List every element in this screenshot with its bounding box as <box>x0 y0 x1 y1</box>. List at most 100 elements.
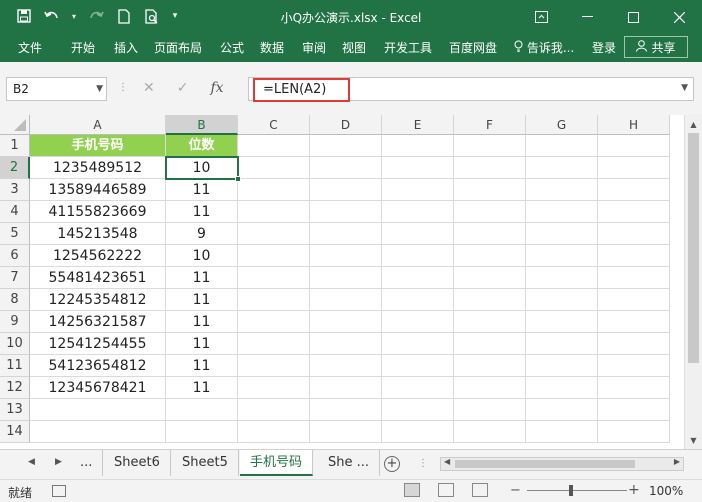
cell-f14[interactable] <box>454 421 526 443</box>
cell-h8[interactable] <box>598 289 670 311</box>
cell-g9[interactable] <box>526 311 598 333</box>
cell-h2[interactable] <box>598 157 670 179</box>
cell-a14[interactable] <box>30 421 166 443</box>
cell-e9[interactable] <box>382 311 454 333</box>
cell-h11[interactable] <box>598 355 670 377</box>
sheet-tab-truncated[interactable]: She ... <box>318 450 381 476</box>
cell-a11[interactable]: 54123654812 <box>30 355 166 377</box>
next-sheet-icon[interactable]: ▶ <box>55 457 62 467</box>
cell-d7[interactable] <box>310 267 382 289</box>
cell-b5[interactable]: 9 <box>166 223 238 245</box>
tab-review[interactable]: 审阅 <box>302 39 326 56</box>
cell-c1[interactable] <box>238 135 310 157</box>
cell-a10[interactable]: 12541254455 <box>30 333 166 355</box>
cell-e5[interactable] <box>382 223 454 245</box>
cell-a12[interactable]: 12345678421 <box>30 377 166 399</box>
cell-f8[interactable] <box>454 289 526 311</box>
cell-d9[interactable] <box>310 311 382 333</box>
cell-h10[interactable] <box>598 333 670 355</box>
cell-h9[interactable] <box>598 311 670 333</box>
row-header-13[interactable]: 13 <box>0 399 30 421</box>
row-header-14[interactable]: 14 <box>0 421 30 443</box>
tab-data[interactable]: 数据 <box>260 39 284 56</box>
cell-a9[interactable]: 14256321587 <box>30 311 166 333</box>
row-header-7[interactable]: 7 <box>0 267 30 289</box>
formula-bar-splitter-icon[interactable]: ⋮ <box>118 82 128 93</box>
maximize-icon[interactable] <box>610 0 656 34</box>
page-break-preview-icon[interactable] <box>472 483 488 497</box>
previous-sheet-icon[interactable]: ◀ <box>28 457 35 467</box>
cell-f12[interactable] <box>454 377 526 399</box>
cell-e13[interactable] <box>382 399 454 421</box>
scroll-down-icon[interactable]: ▼ <box>685 433 702 449</box>
cell-c10[interactable] <box>238 333 310 355</box>
cell-b14[interactable] <box>166 421 238 443</box>
cell-b9[interactable]: 11 <box>166 311 238 333</box>
cell-h1[interactable] <box>598 135 670 157</box>
cell-h6[interactable] <box>598 245 670 267</box>
row-header-12[interactable]: 12 <box>0 377 30 399</box>
column-header-h[interactable]: H <box>598 115 670 135</box>
cell-f11[interactable] <box>454 355 526 377</box>
cell-g12[interactable] <box>526 377 598 399</box>
macro-recording-icon[interactable] <box>52 485 66 497</box>
row-header-11[interactable]: 11 <box>0 355 30 377</box>
name-box[interactable]: B2 ▼ <box>6 77 107 101</box>
cell-c11[interactable] <box>238 355 310 377</box>
cell-c9[interactable] <box>238 311 310 333</box>
cell-c5[interactable] <box>238 223 310 245</box>
scroll-up-icon[interactable]: ▲ <box>685 117 702 133</box>
cell-a3[interactable]: 13589446589 <box>30 179 166 201</box>
cell-b13[interactable] <box>166 399 238 421</box>
row-header-2[interactable]: 2 <box>0 157 30 179</box>
cell-a8[interactable]: 12245354812 <box>30 289 166 311</box>
fill-handle[interactable] <box>235 176 241 182</box>
cell-d10[interactable] <box>310 333 382 355</box>
sign-in-link[interactable]: 登录 <box>592 39 616 56</box>
cell-c7[interactable] <box>238 267 310 289</box>
cell-a13[interactable] <box>30 399 166 421</box>
cell-d1[interactable] <box>310 135 382 157</box>
cell-f6[interactable] <box>454 245 526 267</box>
cell-b1[interactable]: 位数 <box>166 135 238 157</box>
cell-g11[interactable] <box>526 355 598 377</box>
cell-d2[interactable] <box>310 157 382 179</box>
cell-c12[interactable] <box>238 377 310 399</box>
row-header-8[interactable]: 8 <box>0 289 30 311</box>
tab-file[interactable]: 文件 <box>18 39 42 56</box>
zoom-out-icon[interactable]: − <box>510 483 521 498</box>
enter-icon[interactable]: ✓ <box>177 80 189 96</box>
cell-b4[interactable]: 11 <box>166 201 238 223</box>
cell-e7[interactable] <box>382 267 454 289</box>
row-header-9[interactable]: 9 <box>0 311 30 333</box>
sheet-tab-sheet6[interactable]: Sheet6 <box>104 450 171 476</box>
cell-f13[interactable] <box>454 399 526 421</box>
cell-d8[interactable] <box>310 289 382 311</box>
cell-a1[interactable]: 手机号码 <box>30 135 166 157</box>
cell-a4[interactable]: 41155823669 <box>30 201 166 223</box>
cell-e14[interactable] <box>382 421 454 443</box>
cell-b6[interactable]: 10 <box>166 245 238 267</box>
cell-b3[interactable]: 11 <box>166 179 238 201</box>
cell-d13[interactable] <box>310 399 382 421</box>
cell-g2[interactable] <box>526 157 598 179</box>
cell-f9[interactable] <box>454 311 526 333</box>
column-header-a[interactable]: A <box>30 115 166 135</box>
cell-g6[interactable] <box>526 245 598 267</box>
row-header-4[interactable]: 4 <box>0 201 30 223</box>
sheet-tab-phone-numbers[interactable]: 手机号码 <box>240 450 314 476</box>
vertical-scrollbar[interactable]: ▲ ▼ <box>684 115 702 449</box>
tab-view[interactable]: 视图 <box>342 39 366 56</box>
cell-d4[interactable] <box>310 201 382 223</box>
cell-c8[interactable] <box>238 289 310 311</box>
tab-baidu-netdisk[interactable]: 百度网盘 <box>449 39 497 56</box>
tab-splitter-icon[interactable]: ⋮ <box>418 458 428 469</box>
more-sheets-button[interactable]: ... <box>70 450 104 476</box>
add-sheet-icon[interactable]: + <box>384 456 400 472</box>
row-header-3[interactable]: 3 <box>0 179 30 201</box>
column-header-f[interactable]: F <box>454 115 526 135</box>
cell-f10[interactable] <box>454 333 526 355</box>
column-header-d[interactable]: D <box>310 115 382 135</box>
zoom-level[interactable]: 100% <box>649 484 683 498</box>
chevron-down-icon[interactable]: ▼ <box>96 78 103 100</box>
